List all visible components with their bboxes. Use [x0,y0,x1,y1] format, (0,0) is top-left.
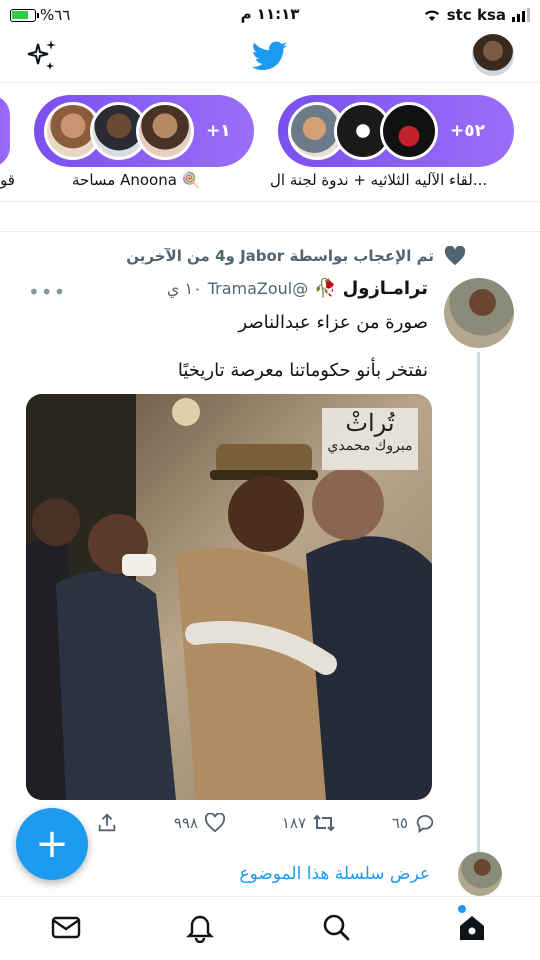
space-label-trilateral[interactable]: لقاء الآليه الثلاثيه + ندوة لجنة ال... [270,171,487,189]
share-icon [98,813,116,832]
sparkle-icon[interactable] [24,38,60,74]
carrier-name: stc ksa [446,6,506,24]
space-pill-partial[interactable] [0,95,10,167]
tweet-text-line-1: صورة من عزاء عبدالناصر [238,312,428,333]
author-display-name[interactable]: ترامـازول [343,278,428,299]
space-avatar [380,102,438,160]
tweet-time: ١٠ ي [166,279,202,298]
tweet-author-avatar[interactable] [444,278,514,348]
status-bar: %٦٦ ١١:١٣ م stc ksa [0,0,540,30]
reply-button[interactable]: ٦٥ [392,812,436,834]
home-unread-dot [458,905,466,913]
search-tab-icon[interactable] [320,911,352,943]
space-label-anoona[interactable]: مساحة Anoona 🍭 [72,171,200,189]
network-indicator: stc ksa [423,6,530,24]
share-button[interactable] [96,812,118,834]
tweet-header[interactable]: ترامـازول 🥀 @TramaZoul ١٠ ي [167,278,428,299]
wifi-icon [424,10,439,21]
tweet-text-line-2: نفتخر بأنو حكوماتنا معرصة تاريخيًا [177,360,428,381]
thread-avatar[interactable] [458,852,502,896]
space-listener-count: +١ [206,121,231,141]
space-avatar [136,102,194,160]
like-button[interactable]: ٩٩٨ [174,813,226,833]
signal-icon [512,8,530,22]
bottom-tab-bar [0,896,540,960]
messages-tab-icon[interactable] [50,911,82,943]
space-pill-trilateral[interactable]: +٥٢ [278,95,514,167]
plus-icon: + [35,821,69,867]
space-pill-anoona[interactable]: +١ [34,95,254,167]
previous-tweet-actions [0,202,540,232]
twitter-logo-icon [251,41,288,71]
retweet-button[interactable]: ١٨٧ [282,813,336,833]
top-header [0,30,540,82]
more-options-icon[interactable]: ••• [28,280,66,304]
home-tab-icon[interactable] [456,911,488,943]
liked-heart-icon [444,246,466,266]
retweet-icon [313,814,335,832]
reply-count: ٦٥ [391,814,408,832]
social-context[interactable]: تم الإعجاب بواسطة Jabor و4 من الآخرين [126,247,434,265]
notifications-tab-icon[interactable] [184,911,216,943]
rose-icon: 🥀 [314,278,337,299]
reply-icon [416,814,434,834]
compose-tweet-button[interactable]: + [16,808,88,880]
spaces-row: قو +١ مساحة Anoona 🍭 +٥٢ لقاء الآليه الث… [0,82,540,202]
profile-avatar[interactable] [472,34,514,76]
photo-watermark: تُراثْ مبروك محمدي [322,408,418,470]
author-handle[interactable]: @TramaZoul [208,279,309,298]
heart-icon [204,813,226,833]
like-count: ٩٩٨ [173,814,199,832]
tweet-photo[interactable]: تُراثْ مبروك محمدي [26,394,432,800]
thread-line [477,352,480,852]
tweet-actions: ٩٩٨ ١٨٧ ٦٥ [96,808,436,838]
retweet-count: ١٨٧ [281,814,307,832]
show-thread-link[interactable]: عرض سلسلة هذا الموضوع [239,864,430,884]
space-label-partial[interactable]: قو [0,171,15,189]
lollipop-icon: 🍭 [181,171,201,189]
space-listener-count: +٥٢ [450,121,486,141]
